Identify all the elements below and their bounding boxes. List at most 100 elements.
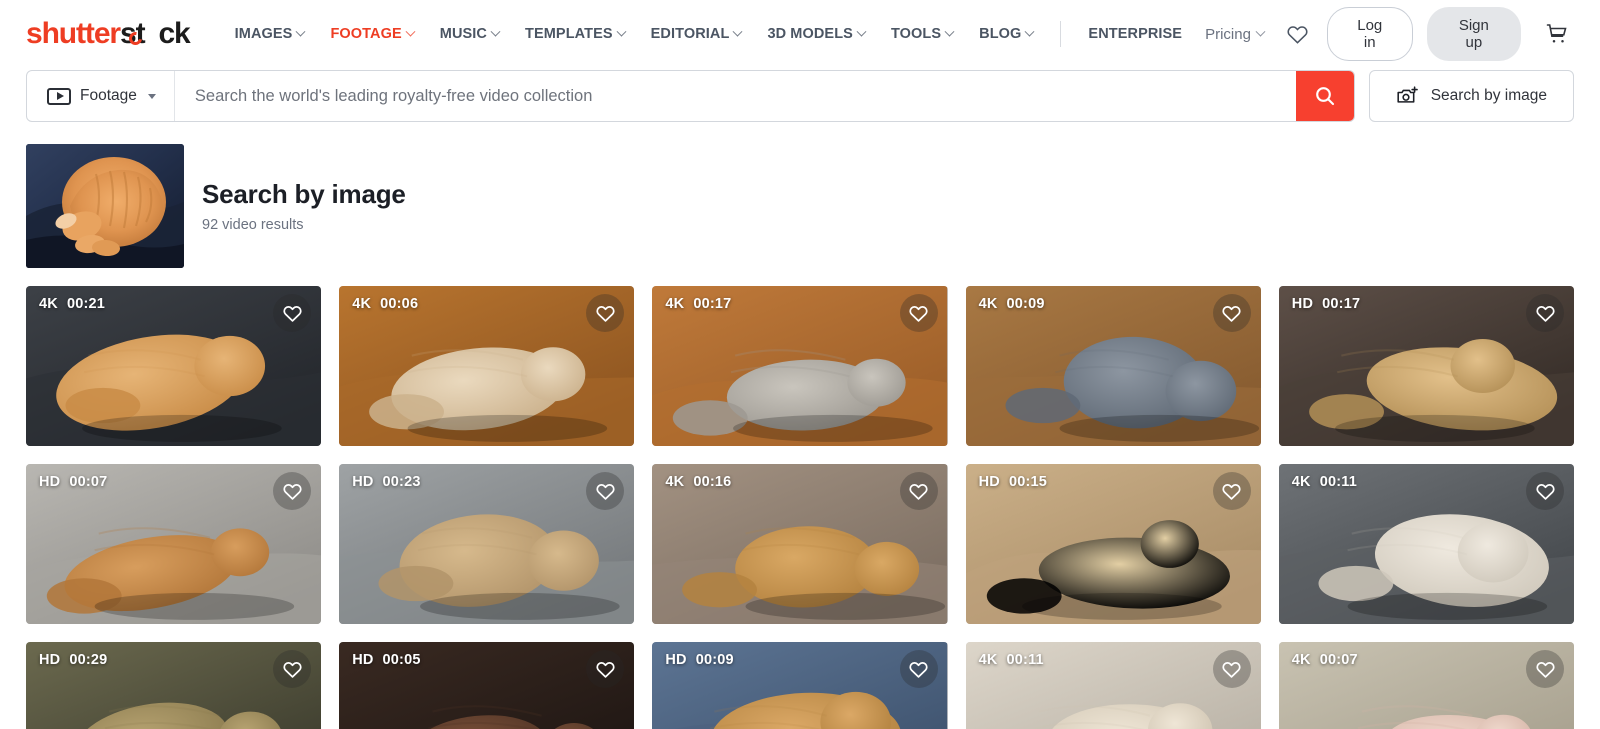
reference-image-graphic: [26, 144, 184, 268]
nav-item-blog[interactable]: BLOG: [966, 18, 1046, 50]
magnifier-icon: [1315, 87, 1334, 106]
favorite-button[interactable]: [899, 650, 938, 688]
video-result-card[interactable]: HD 00:07: [26, 464, 322, 624]
video-result-card[interactable]: 4K 00:11: [965, 642, 1261, 729]
search-submit-button[interactable]: [1295, 71, 1354, 121]
nav-item-editorial[interactable]: EDITORIAL: [638, 18, 755, 50]
video-result-card[interactable]: 4K 00:17: [652, 286, 948, 446]
video-result-card[interactable]: HD 00:05: [339, 642, 635, 729]
search-input[interactable]: [174, 71, 1296, 121]
chevron-down-icon: [296, 26, 306, 37]
results-header-text: Search by image 92 video results: [202, 179, 406, 233]
video-result-card[interactable]: 4K 00:16: [652, 464, 948, 624]
nav-item-3d-models[interactable]: 3D MODELS: [754, 18, 878, 50]
video-thumbnail-graphic: [1278, 642, 1574, 729]
heart-icon: [596, 305, 615, 322]
video-result-card[interactable]: HD 00:17: [1278, 286, 1574, 446]
chevron-down-icon: [1024, 26, 1035, 37]
favorite-button[interactable]: [273, 472, 312, 510]
heart-icon: [909, 483, 928, 500]
heart-icon: [596, 661, 615, 678]
video-thumbnail-graphic: [965, 642, 1261, 729]
signup-button[interactable]: Sign up: [1426, 7, 1522, 61]
shutterstock-logo[interactable]: shutter st ck: [26, 17, 191, 51]
favorite-button[interactable]: [273, 650, 312, 688]
nav-item-enterprise[interactable]: ENTERPRISE: [1075, 18, 1195, 50]
video-result-card[interactable]: 4K 00:06: [339, 286, 635, 446]
nav-label: ENTERPRISE: [1088, 26, 1183, 42]
heart-icon: [909, 305, 928, 322]
asset-type-selector[interactable]: Footage: [27, 71, 175, 121]
heart-icon: [1222, 305, 1241, 322]
favorite-button[interactable]: [273, 294, 312, 332]
favorite-button[interactable]: [1526, 650, 1564, 688]
nav-item-footage[interactable]: FOOTAGE: [317, 18, 426, 50]
nav-divider: [1060, 21, 1062, 47]
heart-icon: [1535, 661, 1555, 678]
chevron-down-icon: [732, 26, 743, 37]
favorite-button[interactable]: [1526, 472, 1564, 510]
nav-label: FOOTAGE: [330, 26, 402, 42]
nav-label: MUSIC: [439, 26, 488, 42]
nav-item-tools[interactable]: TOOLS: [878, 18, 966, 50]
video-result-card[interactable]: 4K 00:21: [26, 286, 322, 446]
video-thumbnail-graphic: [652, 642, 948, 729]
login-button[interactable]: Log in: [1326, 7, 1413, 61]
heart-icon: [1535, 305, 1555, 322]
search-bar-row: Footage Search by image: [0, 70, 1600, 122]
search-by-image-button[interactable]: Search by image: [1368, 70, 1574, 122]
nav-item-music[interactable]: MUSIC: [427, 18, 512, 50]
favorite-button[interactable]: [899, 294, 938, 332]
favorite-button[interactable]: [1212, 650, 1251, 688]
video-thumbnail-graphic: [26, 642, 322, 729]
video-icon: [47, 87, 71, 105]
heart-icon: [596, 483, 615, 500]
favorites-button[interactable]: [1280, 14, 1315, 54]
pricing-label: Pricing: [1205, 25, 1251, 43]
video-result-card[interactable]: HD 00:15: [965, 464, 1261, 624]
favorite-button[interactable]: [1212, 472, 1251, 510]
favorite-button[interactable]: [899, 472, 938, 510]
results-grid: 4K 00:21 4K 00:06 4K 00:17 4K 00:09 HD 0…: [0, 268, 1600, 729]
nav-label: 3D MODELS: [767, 26, 853, 42]
nav-label: EDITORIAL: [650, 26, 730, 42]
logo-text-part-a: shutter: [26, 17, 121, 50]
favorite-button[interactable]: [1212, 294, 1251, 332]
reference-image-thumbnail[interactable]: [26, 144, 184, 268]
header-right-actions: Pricing Log in Sign up: [1195, 7, 1574, 61]
caret-down-icon: [147, 93, 156, 99]
site-header: shutter st ck IMAGES FOOTAGE MUSIC TEMPLAT…: [0, 0, 1600, 68]
heart-icon: [283, 661, 302, 678]
logo-text-part-c: ck: [158, 17, 190, 50]
chevron-down-icon: [490, 26, 501, 37]
video-result-card[interactable]: HD 00:23: [339, 464, 635, 624]
asset-type-label: Footage: [80, 87, 137, 104]
pricing-menu[interactable]: Pricing: [1195, 18, 1274, 51]
video-result-card[interactable]: 4K 00:11: [1278, 464, 1574, 624]
results-count: 92 video results: [202, 217, 304, 233]
chevron-down-icon: [856, 26, 867, 37]
nav-item-images[interactable]: IMAGES: [222, 18, 318, 50]
nav-label: TEMPLATES: [525, 26, 613, 42]
page-title: Search by image: [202, 179, 406, 209]
cart-button[interactable]: [1539, 14, 1574, 54]
nav-item-templates[interactable]: TEMPLATES: [512, 18, 638, 50]
heart-icon: [1222, 661, 1241, 678]
video-result-card[interactable]: HD 00:09: [652, 642, 948, 729]
search-by-image-label: Search by image: [1430, 87, 1547, 104]
nav-label: TOOLS: [890, 26, 942, 42]
video-result-card[interactable]: HD 00:29: [26, 642, 322, 729]
camera-plus-icon: [1397, 86, 1418, 103]
results-header: Search by image 92 video results: [0, 122, 1600, 268]
favorite-button[interactable]: [1526, 294, 1564, 332]
nav-label: IMAGES: [234, 26, 293, 42]
video-result-card[interactable]: 4K 00:09: [965, 286, 1261, 446]
nav-label: BLOG: [979, 26, 1022, 42]
heart-icon: [909, 661, 928, 678]
shopping-cart-icon: [1546, 24, 1567, 43]
search-box: Footage: [26, 70, 1355, 122]
chevron-down-icon: [1255, 26, 1266, 37]
video-result-card[interactable]: 4K 00:07: [1278, 642, 1574, 729]
chevron-down-icon: [616, 26, 627, 37]
heart-icon: [1535, 483, 1555, 500]
